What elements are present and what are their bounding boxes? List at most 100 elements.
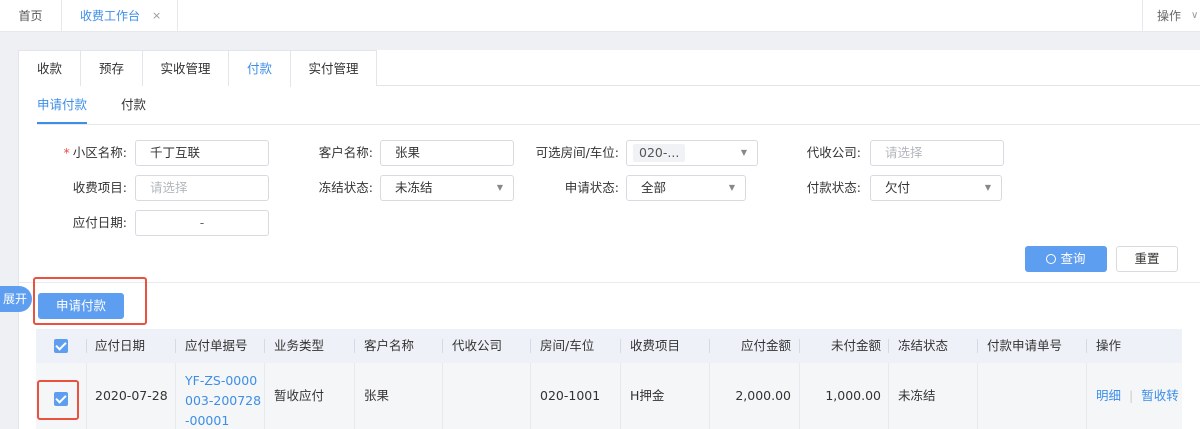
chevron-down-icon: ▼ <box>740 148 747 157</box>
chevron-down-icon: ▼ <box>984 183 991 192</box>
column-separator <box>799 339 800 353</box>
agent-company-label: 代收公司: <box>806 145 861 160</box>
column-separator <box>175 339 176 353</box>
sub-tabs-divider <box>37 124 1200 125</box>
chevron-down-icon: ∨ <box>1191 10 1199 21</box>
cell-amount-unpaid: 1,000.00 <box>825 388 881 403</box>
top-tab-bar: 首页 收费工作台 × 操作 ∨ <box>0 0 1200 32</box>
cell-separator <box>354 363 355 429</box>
cell-biz-type: 暂收应付 <box>274 388 325 403</box>
col-agent-company: 代收公司 <box>452 338 503 353</box>
subtab-apply-payment[interactable]: 申请付款 <box>37 96 87 124</box>
reset-button[interactable]: 重置 <box>1116 246 1178 272</box>
due-date-label: 应付日期: <box>72 215 127 230</box>
doc-no-line: 003-200728 <box>185 393 262 408</box>
transfer-link[interactable]: 暂收转 <box>1141 388 1179 403</box>
pay-status-label: 付款状态: <box>806 180 861 195</box>
doc-no-line: -00001 <box>185 413 230 428</box>
agent-company-select[interactable]: 请选择 <box>870 140 1004 166</box>
cell-room: 020-1001 <box>540 388 601 403</box>
doc-no-link[interactable]: YF-ZS-0000 003-200728 -00001 <box>185 371 261 429</box>
rooms-label: 可选房间/车位: <box>535 145 619 160</box>
col-doc-no: 应付单据号 <box>185 338 248 353</box>
customer-input[interactable]: 张果 <box>380 140 514 166</box>
ops-menu-label: 操作 <box>1157 9 1182 23</box>
main-tabs: 收款 预存 实收管理 付款 实付管理 <box>19 50 1200 87</box>
column-separator <box>888 339 889 353</box>
apply-status-label: 申请状态: <box>564 180 619 195</box>
chevron-down-icon: ▼ <box>496 183 503 192</box>
cell-separator <box>620 363 621 429</box>
cell-due-date: 2020-07-28 <box>95 388 168 403</box>
col-fee-item: 收费项目 <box>630 338 681 353</box>
chevron-down-icon: ▼ <box>728 183 735 192</box>
cell-separator <box>709 363 710 429</box>
highlight-row-checkbox <box>37 380 79 420</box>
freeze-status-label: 冻结状态: <box>318 180 373 195</box>
freeze-status-select[interactable]: 未冻结 ▼ <box>380 175 514 201</box>
table-header: 应付日期 应付单据号 业务类型 客户名称 代收公司 房间/车位 收费项目 应付金… <box>36 329 1182 363</box>
column-separator <box>1086 339 1087 353</box>
close-icon[interactable]: × <box>152 0 161 32</box>
col-operations: 操作 <box>1096 338 1122 353</box>
pay-status-select[interactable]: 欠付 ▼ <box>870 175 1002 201</box>
column-separator <box>264 339 265 353</box>
tab-payment[interactable]: 付款 <box>229 50 291 87</box>
col-amount-due: 应付金额 <box>740 338 791 353</box>
query-button[interactable]: 查询 <box>1025 246 1107 272</box>
column-separator <box>354 339 355 353</box>
fee-item-label: 收费项目: <box>72 180 127 195</box>
search-icon <box>1046 254 1057 264</box>
col-freeze-status: 冻结状态 <box>898 338 949 353</box>
cell-separator <box>799 363 800 429</box>
cell-separator <box>86 363 87 429</box>
cell-fee-item: H押金 <box>630 388 665 403</box>
table-row: 2020-07-28 YF-ZS-0000 003-200728 -00001 … <box>36 363 1182 429</box>
cell-separator <box>1086 363 1087 429</box>
tab-home[interactable]: 首页 <box>0 0 62 32</box>
tab-receipts-management[interactable]: 实收管理 <box>143 50 229 86</box>
col-biz-type: 业务类型 <box>274 338 325 353</box>
cell-separator <box>442 363 443 429</box>
select-all-checkbox[interactable] <box>54 339 68 353</box>
col-amount-unpaid: 未付金额 <box>830 338 881 353</box>
tab-paid-management[interactable]: 实付管理 <box>291 50 377 86</box>
rooms-select[interactable]: 020-... ▼ <box>626 140 758 166</box>
tab-billing-workbench-label: 收费工作台 <box>80 9 141 23</box>
cell-separator <box>888 363 889 429</box>
column-separator <box>977 339 978 353</box>
apply-status-select[interactable]: 全部 ▼ <box>626 175 746 201</box>
expand-toggle[interactable]: 展开 <box>0 286 32 312</box>
due-date-range[interactable]: - <box>135 210 269 236</box>
col-due-date: 应付日期 <box>95 338 146 353</box>
cell-separator <box>264 363 265 429</box>
community-label: * 小区名称: <box>63 145 127 160</box>
column-separator <box>530 339 531 353</box>
ops-menu[interactable]: 操作 ∨ <box>1142 0 1200 32</box>
cell-freeze-status: 未冻结 <box>898 388 936 403</box>
column-separator <box>709 339 710 353</box>
apply-payment-button[interactable]: 申请付款 <box>38 293 124 319</box>
fee-item-select[interactable]: 请选择 <box>135 175 269 201</box>
community-input[interactable]: 千丁互联 <box>135 140 269 166</box>
column-separator <box>442 339 443 353</box>
op-separator: | <box>1129 388 1134 403</box>
rooms-chip: 020-... <box>633 144 686 162</box>
tab-prepay[interactable]: 预存 <box>81 50 143 86</box>
cell-separator <box>977 363 978 429</box>
tab-billing-workbench[interactable]: 收费工作台 × <box>62 0 178 32</box>
col-apply-no: 付款申请单号 <box>987 338 1063 353</box>
column-separator <box>620 339 621 353</box>
col-room: 房间/车位 <box>540 338 595 353</box>
cell-separator <box>530 363 531 429</box>
tab-collect[interactable]: 收款 <box>19 50 81 86</box>
detail-link[interactable]: 明细 <box>1096 388 1121 403</box>
doc-no-line: YF-ZS-0000 <box>185 373 258 388</box>
cell-operations: 明细 | 暂收转 <box>1096 363 1179 429</box>
cell-amount-due: 2,000.00 <box>735 388 791 403</box>
cell-customer: 张果 <box>364 388 390 403</box>
column-separator <box>86 339 87 353</box>
subtab-payment[interactable]: 付款 <box>121 96 151 124</box>
section-divider <box>19 282 1200 283</box>
cell-separator <box>175 363 176 429</box>
